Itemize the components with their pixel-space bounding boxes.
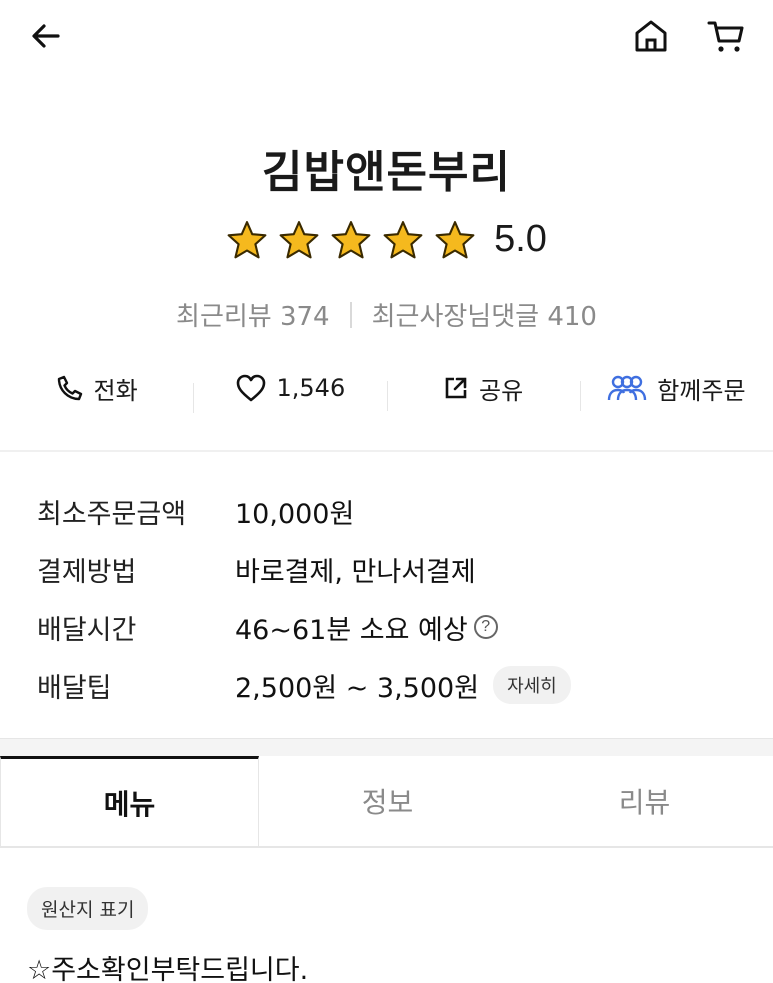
info-row-delivery-tip: 배달팁 2,500원 ~ 3,500원 자세히 xyxy=(37,656,571,714)
phone-icon xyxy=(57,375,82,401)
favorite-count: 1,546 xyxy=(276,374,346,402)
info-label: 결제방법 xyxy=(37,556,137,588)
info-row-delivery-time: 배달시간 46~61분 소요 예상 ? xyxy=(37,598,571,656)
star-rating xyxy=(226,219,476,261)
cart-icon xyxy=(707,21,744,52)
rating-value: 5.0 xyxy=(494,218,547,260)
info-value: 46~61분 소요 예상 xyxy=(235,614,468,646)
origin-label-button[interactable]: 원산지 표기 xyxy=(27,887,149,930)
detail-button[interactable]: 자세히 xyxy=(493,666,571,704)
home-icon xyxy=(635,20,667,52)
call-label: 전화 xyxy=(93,376,138,405)
cart-button[interactable] xyxy=(700,14,752,58)
tab-reviews[interactable]: 리뷰 xyxy=(516,756,773,846)
star-icon xyxy=(383,220,423,258)
info-value: 바로결제, 만나서결제 xyxy=(235,556,476,588)
info-row-min-order: 최소주문금액 10,000원 xyxy=(37,482,571,540)
info-row-payment: 결제방법 바로결제, 만나서결제 xyxy=(37,540,571,598)
star-icon xyxy=(331,220,371,258)
info-value: 10,000원 xyxy=(235,498,355,530)
divider xyxy=(0,450,773,452)
info-label: 배달시간 xyxy=(37,614,137,646)
group-order-button[interactable]: 함께주문 xyxy=(579,371,773,411)
star-icon xyxy=(227,220,267,258)
store-actions: 전화 1,546 공유 함께주문 xyxy=(0,362,773,414)
share-label: 공유 xyxy=(479,376,524,405)
section-divider xyxy=(0,738,773,756)
info-label: 배달팁 xyxy=(37,672,112,704)
help-icon[interactable]: ? xyxy=(473,615,498,639)
call-button[interactable]: 전화 xyxy=(0,371,193,406)
store-info: 최소주문금액 10,000원 결제방법 바로결제, 만나서결제 배달시간 46~… xyxy=(37,482,571,714)
owner-replies-link[interactable]: 최근사장님댓글 410 xyxy=(372,296,597,333)
tab-info[interactable]: 정보 xyxy=(259,756,516,846)
info-value: 2,500원 ~ 3,500원 xyxy=(235,672,480,704)
back-button[interactable] xyxy=(22,14,70,58)
store-notice: ☆주소확인부탁드립니다. xyxy=(27,955,309,983)
tab-menu[interactable]: 메뉴 xyxy=(0,756,259,846)
separator xyxy=(349,301,352,328)
store-name: 김밥앤돈부리 xyxy=(262,147,511,198)
tab-bar: 메뉴 정보 리뷰 xyxy=(0,756,773,848)
star-icon xyxy=(279,220,319,258)
group-order-icon xyxy=(608,375,647,401)
favorite-button[interactable]: 1,546 xyxy=(193,373,386,413)
top-bar xyxy=(0,0,773,80)
rating-row: 5.0 xyxy=(0,218,773,261)
home-button[interactable] xyxy=(628,14,674,58)
share-button[interactable]: 공유 xyxy=(386,371,580,411)
review-summary: 최근리뷰 374 최근사장님댓글 410 xyxy=(0,296,773,333)
share-icon xyxy=(445,377,467,399)
recent-reviews-link[interactable]: 최근리뷰 374 xyxy=(176,296,330,333)
heart-icon xyxy=(236,374,265,402)
group-order-label: 함께주문 xyxy=(657,376,746,405)
info-label: 최소주문금액 xyxy=(37,498,187,530)
arrow-left-icon xyxy=(32,24,60,48)
star-icon xyxy=(435,220,475,258)
